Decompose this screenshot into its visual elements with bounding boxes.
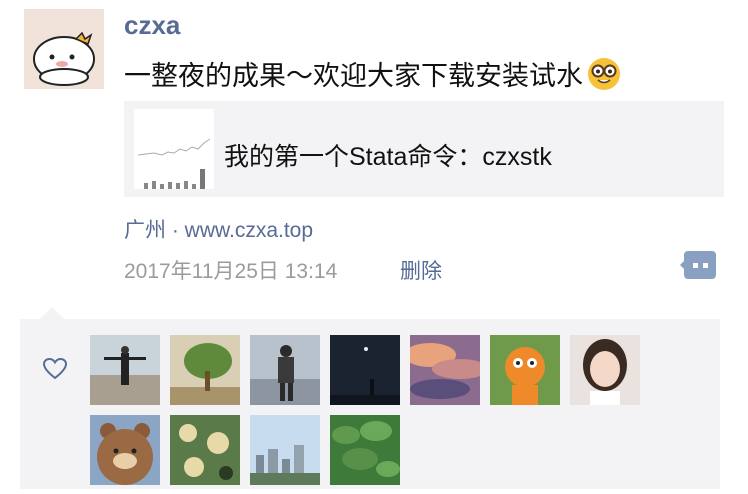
post-timestamp: 2017年11月25日 13:14: [124, 260, 338, 283]
heart-outline-icon: [42, 357, 68, 381]
author-name[interactable]: czxa: [124, 10, 180, 41]
location-link[interactable]: 广州 · www.czxa.top: [124, 214, 313, 244]
link-title: 我的第一个Stata命令：czxstk: [224, 143, 552, 171]
author-avatar[interactable]: [24, 9, 104, 89]
comment-dots-icon: [680, 251, 716, 279]
liker-avatar[interactable]: [410, 335, 480, 405]
author-avatar-illustration: [24, 9, 104, 89]
post-text: 一整夜的成果～欢迎大家下载安装试水: [124, 61, 583, 91]
delete-button[interactable]: 删除: [400, 255, 442, 285]
liker-avatar[interactable]: [330, 415, 400, 485]
likes-panel: [20, 319, 720, 489]
liker-avatar[interactable]: [490, 335, 560, 405]
shared-link-card[interactable]: 我的第一个Stata命令：czxstk: [124, 101, 724, 197]
liker-avatar[interactable]: [90, 415, 160, 485]
liker-avatar[interactable]: [170, 335, 240, 405]
liker-avatar[interactable]: [570, 335, 640, 405]
more-actions-button[interactable]: [680, 251, 716, 279]
liker-avatar[interactable]: [250, 335, 320, 405]
liker-avatar-grid: [90, 335, 650, 485]
link-thumbnail: [134, 109, 214, 189]
likes-panel-caret: [40, 307, 64, 319]
nerd-face-icon: [587, 57, 621, 91]
liker-avatar[interactable]: [170, 415, 240, 485]
liker-avatar[interactable]: [90, 335, 160, 405]
post-text-row: 一整夜的成果～欢迎大家下载安装试水: [124, 54, 621, 93]
liker-avatar[interactable]: [330, 335, 400, 405]
liker-avatar[interactable]: [250, 415, 320, 485]
